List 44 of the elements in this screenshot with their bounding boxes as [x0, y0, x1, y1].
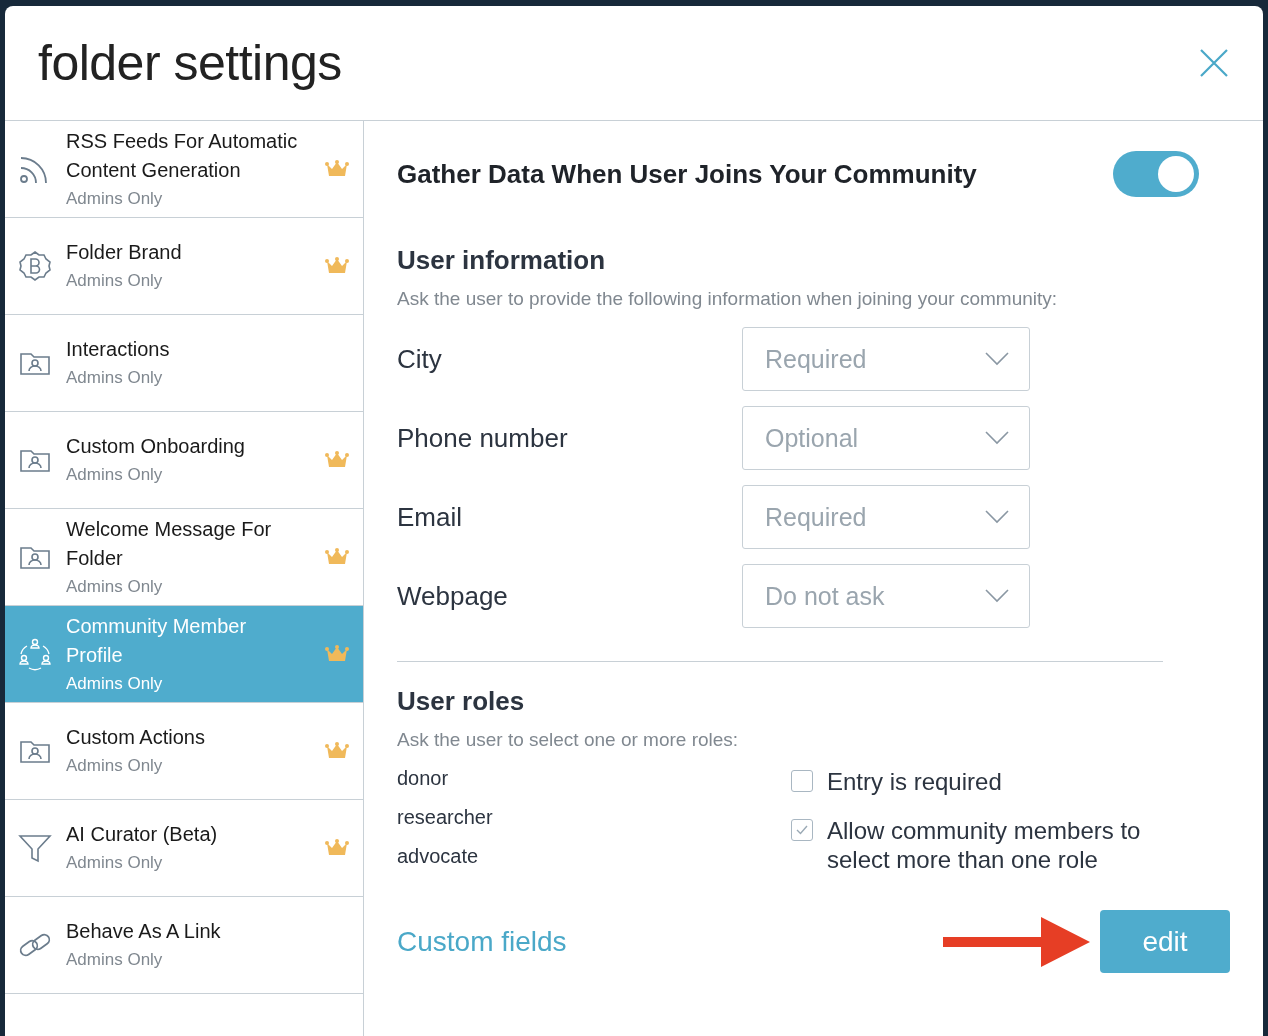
item-subtitle: Admins Only — [66, 464, 164, 486]
item-subtitle: Admins Only — [66, 949, 164, 971]
item-title: RSS Feeds For Automatic Content Generation — [66, 128, 299, 183]
chevron-down-icon — [985, 589, 1009, 603]
item-subtitle: Admins Only — [66, 270, 164, 292]
item-title: AI Curator (Beta) — [66, 822, 219, 847]
field-label: City — [397, 343, 443, 375]
chevron-down-icon — [985, 352, 1009, 366]
item-title: Behave As A Link — [66, 919, 222, 944]
toggle-switch[interactable] — [1113, 151, 1199, 197]
section-description: Ask the user to provide the following information when joining your community: — [397, 288, 1059, 310]
checkmark-icon — [796, 825, 808, 835]
item-subtitle: Admins Only — [66, 575, 164, 598]
item-title: Custom Onboarding — [66, 434, 246, 459]
item-subtitle: Admins Only — [66, 852, 164, 874]
checkbox[interactable] — [791, 770, 813, 792]
field-label: Phone number — [397, 422, 569, 454]
section-title: User roles — [397, 686, 526, 717]
item-title: Welcome Message For Folder — [66, 516, 273, 571]
item-title: Community Member Profile — [66, 613, 248, 668]
people-icon — [18, 637, 52, 671]
section-title: User information — [397, 245, 607, 276]
chevron-down-icon — [985, 431, 1009, 445]
dialog-title: folder settings — [38, 34, 342, 92]
close-icon[interactable] — [1199, 48, 1229, 78]
field-label: Webpage — [397, 580, 509, 612]
badge-icon — [18, 249, 52, 283]
field-label: Email — [397, 501, 463, 533]
role-name: researcher — [397, 806, 494, 829]
item-subtitle: Admins Only — [66, 672, 164, 695]
role-name: advocate — [397, 845, 480, 868]
chevron-down-icon — [985, 510, 1009, 524]
item-title: Folder Brand — [66, 240, 183, 265]
item-subtitle: Admins Only — [66, 187, 164, 210]
item-title: Custom Actions — [66, 725, 206, 750]
item-subtitle: Admins Only — [66, 367, 164, 389]
section-description: Ask the user to select one or more roles: — [397, 729, 740, 751]
item-subtitle: Admins Only — [66, 755, 164, 777]
item-title: Interactions — [66, 337, 171, 362]
checkbox[interactable] — [791, 819, 813, 841]
checkbox-label: Entry is required — [827, 767, 1003, 796]
checkbox-label: Allow community members to select more than one role — [827, 816, 1142, 874]
role-name: donor — [397, 767, 450, 790]
section-heading: Gather Data When User Joins Your Community — [397, 158, 977, 190]
